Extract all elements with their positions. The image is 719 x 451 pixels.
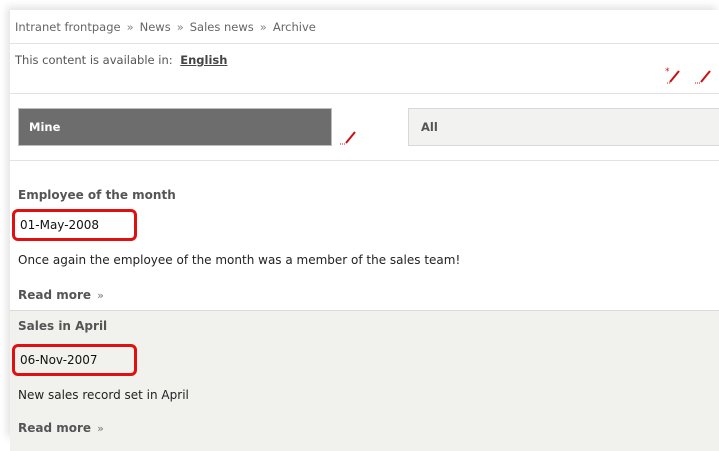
news-summary: Once again the employee of the month was… (18, 253, 461, 267)
svg-text:*: * (665, 67, 670, 77)
content-frame: Intranet frontpage » News » Sales news » Archi… (10, 10, 719, 451)
breadcrumb: Intranet frontpage » News » Sales news » Archi… (15, 20, 316, 34)
language-availability: This content is available in: English (15, 53, 227, 67)
news-date: 06-Nov-2007 (20, 353, 98, 367)
news-item: Employee of the month 01-May-2008 Once a… (10, 160, 719, 310)
breadcrumb-item-archive[interactable]: Archive (273, 20, 316, 34)
breadcrumb-item-intranet-frontpage[interactable]: Intranet frontpage (15, 20, 121, 34)
read-more-label: Read more (18, 421, 92, 435)
tab-all[interactable]: All (408, 108, 719, 146)
breadcrumb-separator: » (176, 20, 184, 34)
news-title: Employee of the month (18, 188, 176, 202)
news-date: 01-May-2008 (20, 218, 100, 232)
breadcrumb-item-sales-news[interactable]: Sales news (190, 20, 254, 34)
divider (10, 93, 719, 94)
language-link-english[interactable]: English (180, 53, 227, 67)
edit-toolbar: * (659, 67, 719, 87)
divider (10, 43, 719, 44)
tab-mine[interactable]: Mine (18, 108, 332, 146)
new-item-pencil-icon[interactable]: * (665, 67, 680, 84)
read-more-link[interactable]: Read more » (18, 288, 104, 302)
chevron-right-icon: » (97, 289, 104, 302)
read-more-label: Read more (18, 288, 92, 302)
news-summary: New sales record set in April (18, 388, 189, 402)
edit-pencil-icon[interactable] (695, 67, 711, 84)
news-item: Sales in April 06-Nov-2007 New sales rec… (10, 310, 719, 451)
breadcrumb-separator: » (259, 20, 267, 34)
news-title: Sales in April (18, 319, 108, 333)
breadcrumb-item-news[interactable]: News (140, 20, 171, 34)
breadcrumb-separator: » (126, 20, 134, 34)
language-label: This content is available in: (15, 53, 173, 67)
edit-pencil-icon[interactable] (340, 129, 356, 145)
chevron-right-icon: » (97, 422, 104, 435)
read-more-link[interactable]: Read more » (18, 421, 104, 435)
